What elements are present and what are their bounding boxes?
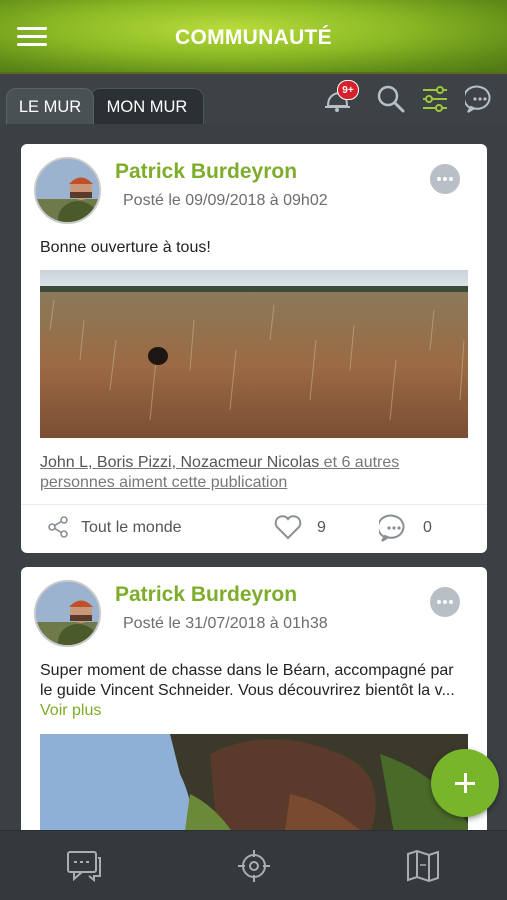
avatar[interactable]	[34, 580, 101, 647]
likes-count: 9	[317, 519, 326, 536]
post-card: Patrick Burdeyron Posté le 31/07/2018 à …	[21, 567, 487, 830]
post-photo[interactable]	[40, 734, 468, 830]
page-title: COMMUNAUTÉ	[175, 26, 332, 49]
likers-names: John L, Boris Pizzi, Nozacmeur Nicolas	[40, 454, 320, 471]
comments-count: 0	[423, 519, 432, 536]
comment-button[interactable]: 0	[377, 513, 432, 543]
filter-sliders-icon[interactable]	[420, 84, 450, 114]
messages-icon[interactable]	[66, 849, 102, 883]
post-text: Super moment de chasse dans le Béarn, ac…	[40, 661, 470, 721]
post-date: Posté le 31/07/2018 à 01h38	[123, 615, 328, 632]
post-date: Posté le 09/09/2018 à 09h02	[123, 192, 328, 209]
post-card: Patrick Burdeyron Posté le 09/09/2018 à …	[21, 144, 487, 553]
map-icon[interactable]	[405, 849, 441, 883]
visibility-label: Tout le monde	[81, 519, 182, 536]
heart-icon	[274, 515, 302, 540]
tab-bar: MON MUR LE MUR	[0, 74, 507, 124]
target-crosshair-icon[interactable]	[236, 849, 272, 883]
post-author[interactable]: Patrick Burdeyron	[115, 160, 297, 184]
more-options-icon[interactable]	[430, 164, 460, 194]
feed[interactable]: Patrick Burdeyron Posté le 09/09/2018 à …	[0, 124, 507, 830]
comment-icon	[377, 514, 405, 542]
notification-badge: 9+	[337, 80, 359, 100]
post-text-body: Super moment de chasse dans le Béarn, ac…	[40, 662, 455, 699]
likes-summary-link[interactable]: John L, Boris Pizzi, Nozacmeur Nicolas e…	[40, 453, 460, 493]
more-options-icon[interactable]	[430, 587, 460, 617]
post-footer: Tout le monde 9 0	[21, 504, 487, 553]
avatar[interactable]	[34, 157, 101, 224]
visibility-share-button[interactable]: Tout le monde	[46, 515, 182, 543]
post-photo[interactable]	[40, 270, 468, 438]
post-author[interactable]: Patrick Burdeyron	[115, 583, 297, 607]
like-button[interactable]: 9	[273, 513, 326, 543]
share-icon	[48, 516, 68, 538]
search-icon[interactable]	[376, 84, 406, 114]
add-post-button[interactable]	[431, 749, 499, 817]
app-header: COMMUNAUTÉ	[0, 0, 507, 74]
chat-bubble-icon[interactable]	[465, 84, 495, 114]
post-text: Bonne ouverture à tous!	[40, 239, 211, 256]
tab-le-mur[interactable]: LE MUR	[6, 88, 94, 124]
see-more-link[interactable]: Voir plus	[40, 702, 101, 719]
bottom-nav	[0, 830, 507, 900]
tab-mon-mur[interactable]: MON MUR	[90, 88, 204, 124]
